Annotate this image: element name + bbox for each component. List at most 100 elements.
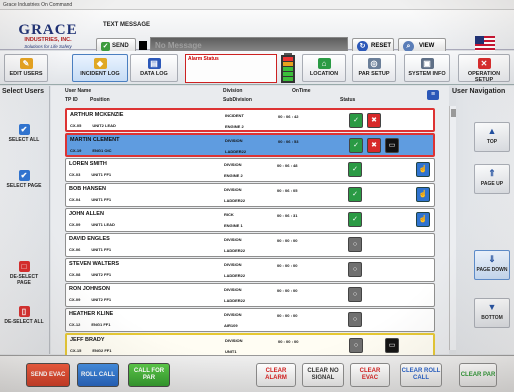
on-time: 00 : 06 : 05 [277,188,298,193]
ok-status-icon[interactable]: ✓ [348,212,362,227]
low-battery-icon[interactable]: ▭ [385,338,399,353]
us-flag-icon [475,36,495,52]
position: UNIT1 FF1 [91,197,112,202]
app-screen: Grace Industries On Command GRACE INDUST… [0,0,514,392]
bottom-label: BOTTOM [481,315,503,321]
user-row[interactable]: HEATHER KLINE CX-12 ENG1 FF1 DIVISION AIR109… [65,308,435,332]
alarm-status-icon[interactable]: ✖ [367,113,381,128]
operation-setup-button[interactable]: ✕ OPERATION SETUP [458,54,510,83]
par-status-icon[interactable]: ☝ [416,187,430,202]
col-subdivision: SubDivision [223,97,252,103]
division: DIVISION [224,187,242,192]
tp-id: CX-09 [69,297,81,302]
roll-call-button[interactable]: ROLL CALL [77,363,119,387]
par-status-icon[interactable]: ☝ [416,162,430,177]
logo: GRACE INDUSTRIES, INC. Solutions for Lif… [18,22,78,54]
user-navigation-title: User Navigation [452,88,506,95]
select-all-button[interactable]: ✔ SELECT ALL [4,124,44,154]
user-sub: CX-09 UNIT1 LEAD [69,222,126,227]
clear-roll-call-button[interactable]: CLEAR ROLL CALL [400,363,442,387]
user-sub: CX-04 UNIT1 FF1 [69,197,122,202]
deselect-all-button[interactable]: ▯ DE-SELECT ALL [4,306,44,336]
logo-line-1: GRACE [18,22,78,38]
user-name: LOREN SMITH [69,161,107,167]
no-signal-icon[interactable]: ○ [348,312,362,327]
location-label: LOCATION [309,71,339,77]
ok-status-icon[interactable]: ✓ [348,187,362,202]
incident-log-button[interactable]: ◆ INCIDENT LOG [72,54,128,82]
low-battery-icon[interactable]: ▭ [385,138,399,153]
ok-status-icon[interactable]: ✓ [349,113,363,128]
send-evac-button[interactable]: SEND EVAC [26,363,70,387]
bottom-button[interactable]: ▼ BOTTOM [474,298,510,328]
no-signal-icon[interactable]: ○ [348,287,362,302]
tp-id: CX-08 [69,272,81,277]
data-log-button[interactable]: ▤ DATA LOG [130,54,178,82]
division: DIVISION [224,312,242,317]
on-time: 00 : 00 : 00 [277,313,298,318]
user-row[interactable]: JEFF BRADY CX-15 ENG2 FF1 DIVISION UNIT1 00 :… [65,333,435,357]
list-scrollbar[interactable] [449,106,456,350]
user-name: BOB HANSEN [69,186,106,192]
alarm-status-label: Alarm Status [188,56,219,62]
user-name: STEVEN WALTERS [69,261,120,267]
user-row[interactable]: ARTHUR MCKENZIE CX-05 UNIT2 LEAD INCIDENT EN… [65,108,435,132]
clear-alarm-button[interactable]: CLEAR ALARM [256,363,296,387]
ok-status-icon[interactable]: ✓ [348,162,362,177]
user-sub: CX-08 UNIT2 FF1 [69,272,122,277]
par-setup-button[interactable]: ◎ PAR SETUP [352,54,396,82]
page-down-button[interactable]: ⇓ PAGE DOWN [474,250,510,280]
clear-no-signal-button[interactable]: CLEAR NO SIGNAL [302,363,344,387]
location-button[interactable]: ⌂ LOCATION [302,54,346,82]
logo-line-2: INDUSTRIES, INC. [24,37,72,43]
user-row[interactable]: BOB HANSEN CX-04 UNIT1 FF1 DIVISION LADDER22… [65,183,435,207]
select-page-button[interactable]: ✔ SELECT PAGE [4,170,44,200]
top-label: TOP [486,139,498,145]
position: ENG2 FF1 [92,348,112,353]
user-row[interactable]: STEVEN WALTERS CX-08 UNIT2 FF1 DIVISION LADD… [65,258,435,282]
no-signal-icon[interactable]: ○ [349,338,363,353]
col-position: Position [90,97,110,103]
alarm-status-icon[interactable]: ✖ [367,138,381,153]
select-users-title: Select Users [2,88,45,95]
division: DIVISION [224,162,242,167]
no-signal-icon[interactable]: ○ [348,237,362,252]
col-tp-id: TP ID [65,97,78,103]
page-down-label: PAGE DOWN [476,267,508,273]
tp-id: CX-09 [69,222,81,227]
tp-id: CX-06 [69,247,81,252]
user-sub: CX-05 UNIT2 LEAD [70,123,127,128]
page-up-button[interactable]: ⇑ PAGE UP [474,164,510,194]
user-row[interactable]: MARTIN CLEMENT CX-19 ENG1 OIC DIVISION LADDE… [65,133,435,157]
on-time: 00 : 00 : 00 [278,339,299,344]
message-color-swatch[interactable] [139,41,147,50]
position: UNIT2 FF1 [91,272,112,277]
system-info-button[interactable]: ▣ SYSTEM INFO [404,54,450,82]
par-setup-label: PAR SETUP [358,71,390,77]
col-division: Division [223,88,243,94]
no-signal-icon[interactable]: ○ [348,262,362,277]
user-row[interactable]: DAVID ENGLES CX-06 UNIT1 FF1 DIVISION LADDER… [65,233,435,257]
user-row[interactable]: JOHN ALLEN CX-09 UNIT1 LEAD RICK ENGINE 1 00 … [65,208,435,232]
par-status-icon[interactable]: ☝ [416,212,430,227]
subdivision: LADDER22 [224,198,246,203]
top-button[interactable]: ▲ TOP [474,122,510,152]
clear-par-button[interactable]: CLEAR PAR [459,363,497,387]
on-time: 00 : 00 : 00 [277,238,298,243]
reset-label: RESET [371,43,392,49]
list-settings-icon[interactable]: ≡ [427,90,439,100]
division: DIVISION [225,138,243,143]
user-row[interactable]: RON JOHNSON CX-09 UNIT2 FF1 DIVISION LADDER2… [65,283,435,307]
clear-evac-button[interactable]: CLEAR EVAC [350,363,390,387]
user-row[interactable]: LOREN SMITH CX-03 UNIT1 FF1 DIVISION ENGINE … [65,158,435,182]
deselect-all-label: DE-SELECT ALL [4,319,44,325]
call-for-par-button[interactable]: CALL FOR PAR [128,363,170,387]
page-up-label: PAGE UP [480,181,504,187]
division: DIVISION [224,237,242,242]
ok-status-icon[interactable]: ✓ [349,138,363,153]
page-down-icon: ⇓ [488,254,496,264]
deselect-page-button[interactable]: □ DE-SELECT PAGE [4,261,44,291]
user-sub: CX-03 UNIT1 FF1 [69,172,122,177]
edit-users-button[interactable]: ✎ EDIT USERS [4,54,48,82]
division: DIVISION [224,262,242,267]
